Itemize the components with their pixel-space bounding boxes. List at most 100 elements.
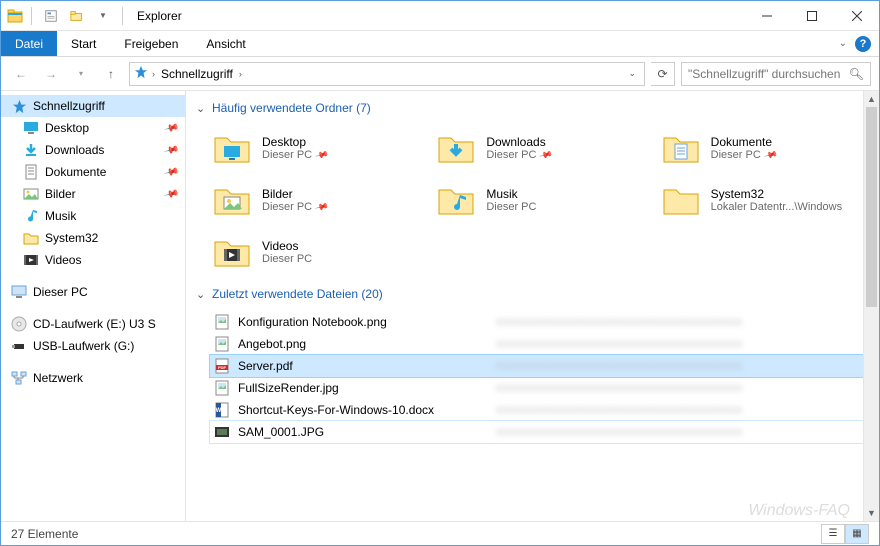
tab-datei[interactable]: Datei bbox=[1, 31, 57, 56]
pin-icon: 📌 bbox=[163, 120, 179, 136]
scroll-up-icon[interactable]: ▲ bbox=[864, 91, 879, 107]
sidebar-item-system32[interactable]: System32 bbox=[1, 227, 185, 249]
address-segment[interactable]: Schnellzugriff bbox=[159, 65, 235, 83]
docx-icon: W bbox=[214, 402, 230, 418]
sidebar-item-desktop[interactable]: Desktop 📌 bbox=[1, 117, 185, 139]
qat-properties-icon[interactable] bbox=[40, 5, 62, 27]
view-tiles-button[interactable]: ▦ bbox=[845, 524, 869, 544]
pin-icon: 📌 bbox=[163, 164, 179, 180]
file-row[interactable]: Angebot.png xxxxxxxxxxxxxxxxxxxxxxxxxxxx… bbox=[210, 333, 873, 355]
file-path: xxxxxxxxxxxxxxxxxxxxxxxxxxxxxxxxxxxxxx bbox=[496, 360, 873, 372]
tile-name: Downloads bbox=[486, 135, 551, 149]
forward-button[interactable]: → bbox=[39, 62, 63, 86]
tile-location: Dieser PC bbox=[486, 201, 536, 213]
folder-tile-system32[interactable]: System32 Lokaler Datentr...\Windows bbox=[659, 177, 873, 223]
up-button[interactable]: ↑ bbox=[99, 62, 123, 86]
section-header-recent[interactable]: Zuletzt verwendete Dateien (20) bbox=[196, 287, 873, 301]
recent-dropdown-icon[interactable]: ▾ bbox=[69, 62, 93, 86]
pdf-icon: PDF bbox=[214, 358, 230, 374]
sidebar-item-musik[interactable]: Musik bbox=[1, 205, 185, 227]
sidebar-item-label: Bilder bbox=[45, 187, 76, 201]
star-icon bbox=[11, 98, 27, 114]
sidebar-item-label: CD-Laufwerk (E:) U3 S bbox=[33, 317, 156, 331]
pin-icon: 📌 bbox=[163, 142, 179, 158]
section-header-frequent[interactable]: Häufig verwendete Ordner (7) bbox=[196, 101, 873, 115]
file-row[interactable]: SAM_0001.JPG xxxxxxxxxxxxxxxxxxxxxxxxxxx… bbox=[210, 421, 873, 443]
refresh-button[interactable]: ⟳ bbox=[651, 62, 675, 86]
folder-tile-desktop[interactable]: Desktop Dieser PC📌 bbox=[210, 125, 424, 171]
sidebar-item-downloads[interactable]: Downloads 📌 bbox=[1, 139, 185, 161]
ribbon-expand-icon[interactable]: ⌄ bbox=[839, 38, 847, 49]
minimize-button[interactable] bbox=[744, 1, 789, 31]
sidebar-item-drive[interactable]: USB-Laufwerk (G:) bbox=[1, 335, 185, 357]
pictures-icon bbox=[212, 180, 252, 220]
folder-tile-downloads[interactable]: Downloads Dieser PC📌 bbox=[434, 125, 648, 171]
quickaccess-star-icon bbox=[134, 65, 148, 82]
sidebar-item-label: Netzwerk bbox=[33, 371, 83, 385]
tile-name: Bilder bbox=[262, 187, 327, 201]
address-dropdown-icon[interactable]: ⌄ bbox=[628, 68, 640, 79]
usb-icon bbox=[11, 338, 27, 354]
file-path: xxxxxxxxxxxxxxxxxxxxxxxxxxxxxxxxxxxxxx bbox=[496, 338, 873, 350]
sidebar-item-bilder[interactable]: Bilder 📌 bbox=[1, 183, 185, 205]
sidebar-item-schnellzugriff[interactable]: Schnellzugriff bbox=[1, 95, 185, 117]
tile-name: System32 bbox=[711, 187, 842, 201]
sidebar-item-dokumente[interactable]: Dokumente 📌 bbox=[1, 161, 185, 183]
desktop-icon bbox=[212, 128, 252, 168]
pin-icon: 📌 bbox=[763, 147, 778, 162]
address-chevron-icon[interactable]: › bbox=[152, 69, 155, 79]
folder-tile-bilder[interactable]: Bilder Dieser PC📌 bbox=[210, 177, 424, 223]
tab-start[interactable]: Start bbox=[57, 31, 110, 56]
network-icon bbox=[11, 370, 27, 386]
sidebar-item-dieserpc[interactable]: Dieser PC bbox=[1, 281, 185, 303]
file-row[interactable]: Konfiguration Notebook.png xxxxxxxxxxxxx… bbox=[210, 311, 873, 333]
status-text: 27 Elemente bbox=[11, 527, 78, 541]
sidebar-item-label: Desktop bbox=[45, 121, 89, 135]
close-button[interactable] bbox=[834, 1, 879, 31]
folder-tile-videos[interactable]: Videos Dieser PC bbox=[210, 229, 424, 275]
svg-text:W: W bbox=[216, 408, 222, 414]
title-bar: ▼ Explorer bbox=[1, 1, 879, 31]
help-icon[interactable]: ? bbox=[855, 36, 871, 52]
tile-location: Lokaler Datentr...\Windows bbox=[711, 201, 842, 213]
search-input[interactable]: "Schnellzugriff" durchsuchen 🔍︎ bbox=[681, 62, 871, 86]
tab-ansicht[interactable]: Ansicht bbox=[192, 31, 259, 56]
jpg-icon bbox=[214, 380, 230, 396]
vertical-scrollbar[interactable]: ▲ ▼ bbox=[863, 91, 879, 521]
navigation-pane[interactable]: Schnellzugriff Desktop 📌 Downloads 📌 Dok… bbox=[1, 91, 186, 521]
search-icon: 🔍︎ bbox=[849, 67, 864, 81]
file-name: SAM_0001.JPG bbox=[238, 425, 488, 439]
pin-icon: 📌 bbox=[538, 147, 553, 162]
sidebar-item-netzwerk[interactable]: Netzwerk bbox=[1, 367, 185, 389]
tile-location: Dieser PC bbox=[262, 253, 312, 265]
view-details-button[interactable]: ☰ bbox=[821, 524, 845, 544]
search-placeholder: "Schnellzugriff" durchsuchen bbox=[688, 67, 840, 81]
documents-icon bbox=[661, 128, 701, 168]
sidebar-item-label: Dokumente bbox=[45, 165, 106, 179]
content-pane[interactable]: Häufig verwendete Ordner (7) Desktop Die… bbox=[186, 91, 879, 521]
qat-newfolder-icon[interactable] bbox=[66, 5, 88, 27]
downloads-icon bbox=[436, 128, 476, 168]
file-path: xxxxxxxxxxxxxxxxxxxxxxxxxxxxxxxxxxxxxx bbox=[496, 316, 873, 328]
qat-dropdown-icon[interactable]: ▼ bbox=[92, 5, 114, 27]
pin-icon: 📌 bbox=[314, 147, 329, 162]
folder-tile-musik[interactable]: Musik Dieser PC bbox=[434, 177, 648, 223]
file-path: xxxxxxxxxxxxxxxxxxxxxxxxxxxxxxxxxxxxxx bbox=[496, 382, 873, 394]
address-chevron-icon[interactable]: › bbox=[239, 69, 242, 79]
back-button[interactable]: ← bbox=[9, 62, 33, 86]
sidebar-item-drive[interactable]: CD-Laufwerk (E:) U3 S bbox=[1, 313, 185, 335]
folder-tile-dokumente[interactable]: Dokumente Dieser PC📌 bbox=[659, 125, 873, 171]
maximize-button[interactable] bbox=[789, 1, 834, 31]
file-row[interactable]: PDF Server.pdf xxxxxxxxxxxxxxxxxxxxxxxxx… bbox=[210, 355, 873, 377]
scroll-down-icon[interactable]: ▼ bbox=[864, 505, 879, 521]
downloads-icon bbox=[23, 142, 39, 158]
sidebar-item-label: Schnellzugriff bbox=[33, 99, 105, 113]
sidebar-item-videos[interactable]: Videos bbox=[1, 249, 185, 271]
watermark: Windows-FAQ bbox=[748, 502, 850, 520]
tab-freigeben[interactable]: Freigeben bbox=[110, 31, 192, 56]
address-bar[interactable]: › Schnellzugriff › ⌄ bbox=[129, 62, 645, 86]
sidebar-item-label: USB-Laufwerk (G:) bbox=[33, 339, 134, 353]
file-row[interactable]: W Shortcut-Keys-For-Windows-10.docx xxxx… bbox=[210, 399, 873, 421]
scroll-thumb[interactable] bbox=[866, 107, 877, 307]
file-row[interactable]: FullSizeRender.jpg xxxxxxxxxxxxxxxxxxxxx… bbox=[210, 377, 873, 399]
